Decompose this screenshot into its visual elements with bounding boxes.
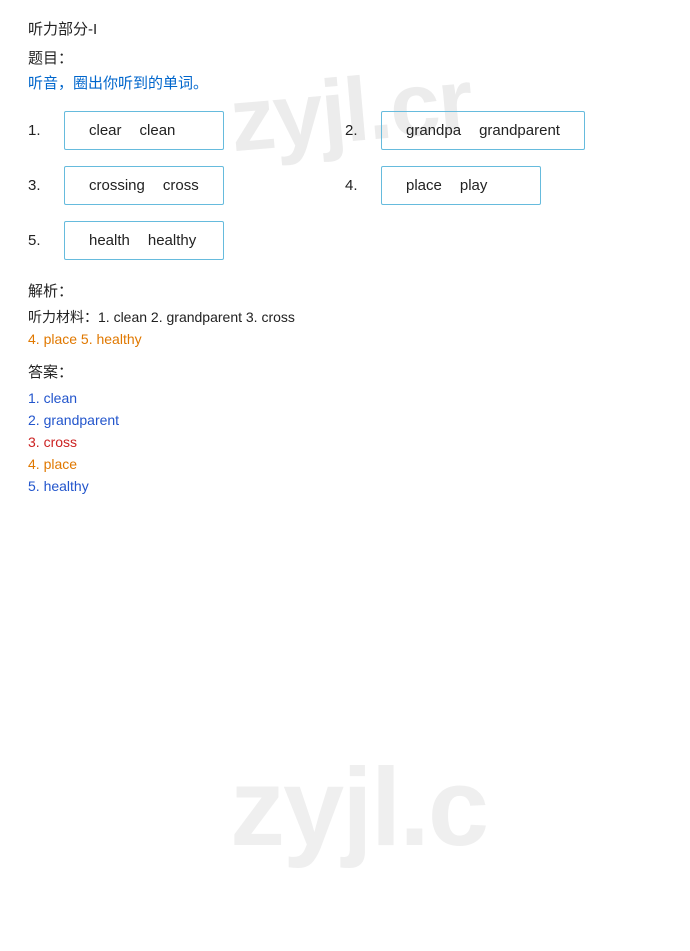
word-4b: play [460,177,488,194]
section-title: 听力部分-I [28,18,662,39]
word-box-1: clear clean [64,111,224,150]
answer-4: 4. place [28,456,662,472]
answer-1: 1. clean [28,390,662,406]
listening-material-label: 听力材料： [28,309,98,325]
word-box-2: grandpa grandparent [381,111,585,150]
instruction: 听音，圈出你听到的单词。 [28,72,662,93]
question-item-3: 3. crossing cross [28,166,345,205]
answer-title: 答案： [28,361,662,382]
question-row-5: 5. health healthy [28,221,662,260]
answer-2: 2. grandparent [28,412,662,428]
answer-5: 5. healthy [28,478,662,494]
watermark-bottom: zyjl.c [230,744,487,871]
question-label: 题目： [28,47,662,68]
word-2b: grandparent [479,122,560,139]
q-num-4: 4. [345,177,381,194]
question-item-1: 1. clear clean [28,111,345,150]
analysis-section: 解析： 听力材料：1. clean 2. grandparent 3. cros… [28,280,662,494]
listening-material-line2: 4. place 5. healthy [28,331,662,347]
word-3a: crossing [89,177,145,194]
questions-grid: 1. clear clean 2. grandpa grandparent 3.… [28,111,662,260]
question-row-3-4: 3. crossing cross 4. place play [28,166,662,205]
word-1a: clear [89,122,122,139]
q-num-5: 5. [28,232,64,249]
word-1b: clean [140,122,176,139]
word-5b: healthy [148,232,196,249]
listening-material-text: 1. clean 2. grandparent 3. cross [98,309,295,325]
word-4a: place [406,177,442,194]
question-item-2: 2. grandpa grandparent [345,111,662,150]
word-3b: cross [163,177,199,194]
q-num-2: 2. [345,122,381,139]
listening-material-line1: 听力材料：1. clean 2. grandparent 3. cross [28,307,662,327]
answer-3: 3. cross [28,434,662,450]
question-item-4: 4. place play [345,166,662,205]
word-5a: health [89,232,130,249]
analysis-title: 解析： [28,280,662,301]
question-item-5: 5. health healthy [28,221,345,260]
q-num-3: 3. [28,177,64,194]
word-box-3: crossing cross [64,166,224,205]
word-2a: grandpa [406,122,461,139]
word-box-5: health healthy [64,221,224,260]
q-num-1: 1. [28,122,64,139]
question-row-1-2: 1. clear clean 2. grandpa grandparent [28,111,662,150]
word-box-4: place play [381,166,541,205]
